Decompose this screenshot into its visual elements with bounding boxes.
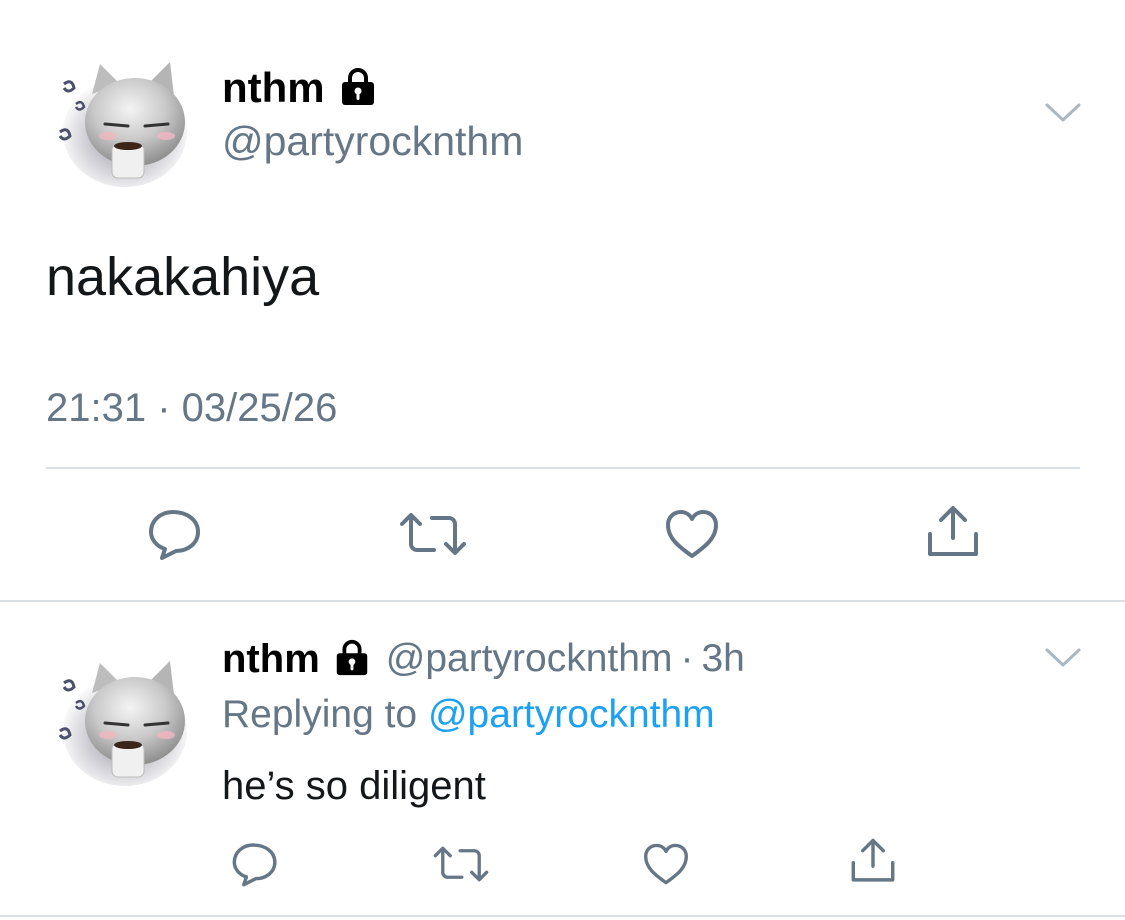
chevron-down-icon[interactable] — [1043, 645, 1083, 669]
lock-icon — [332, 637, 372, 682]
replying-to-handle[interactable]: @partyrocknthm — [428, 693, 715, 736]
reply-icon — [149, 510, 200, 560]
retweet-icon — [433, 846, 489, 882]
share-icon — [928, 506, 978, 556]
lock-icon — [337, 65, 379, 112]
separator-dot: · — [680, 637, 694, 680]
retweet-button[interactable] — [432, 844, 490, 884]
reply-tweet[interactable]: nthm @partyrocknthm · 3h Replying to @pa… — [0, 601, 1125, 920]
share-button[interactable] — [848, 837, 898, 885]
chevron-down-icon[interactable] — [1043, 100, 1083, 124]
share-button[interactable] — [924, 504, 982, 560]
retweet-button[interactable] — [398, 510, 468, 558]
avatar[interactable] — [50, 52, 188, 190]
reply-text: he’s so diligent — [222, 764, 486, 808]
tweet-timestamp[interactable]: 21:31 · 03/25/26 — [46, 386, 337, 431]
reply-button[interactable] — [230, 841, 280, 887]
heart-icon — [666, 510, 718, 558]
replying-to-label: Replying to — [222, 693, 418, 736]
tweet-text: nakakahiya — [46, 247, 320, 307]
share-icon — [851, 838, 895, 882]
divider — [46, 467, 1080, 469]
like-button[interactable] — [642, 842, 690, 886]
like-button[interactable] — [664, 508, 720, 560]
user-handle[interactable]: @partyrocknthm — [222, 118, 523, 165]
reply-button[interactable] — [146, 508, 204, 560]
avatar[interactable] — [50, 651, 188, 789]
main-tweet: nthm @partyrocknthm nakakahiya 21:31 · 0… — [0, 0, 1125, 600]
user-handle[interactable]: @partyrocknthm — [386, 637, 673, 681]
display-name[interactable]: nthm — [222, 637, 320, 682]
retweet-icon — [400, 513, 466, 555]
heart-icon — [643, 843, 688, 885]
reply-icon — [232, 843, 277, 887]
display-name[interactable]: nthm — [222, 64, 325, 112]
divider — [0, 915, 1125, 917]
tweet-time-ago[interactable]: 3h — [701, 637, 744, 681]
